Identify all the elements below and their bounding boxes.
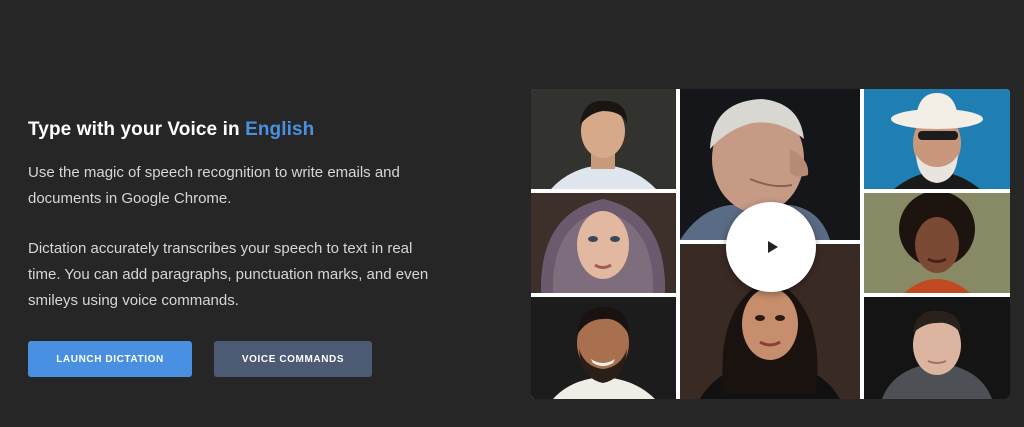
launch-dictation-button[interactable]: LAUNCH DICTATION bbox=[28, 341, 192, 377]
portrait-woman-headscarf bbox=[531, 193, 676, 293]
hero-text: Type with your Voice in English Use the … bbox=[28, 116, 478, 314]
page-title: Type with your Voice in English bbox=[28, 116, 478, 144]
portrait-young-asian-man bbox=[531, 89, 676, 189]
portrait-man-hoodie bbox=[864, 297, 1010, 399]
portrait-older-man-cowboy-hat bbox=[864, 89, 1010, 189]
portrait-bearded-smiling-man bbox=[531, 297, 676, 399]
intro-paragraph: Use the magic of speech recognition to w… bbox=[28, 164, 400, 207]
description-paragraph: Dictation accurately transcribes your sp… bbox=[28, 240, 429, 309]
title-language[interactable]: English bbox=[245, 119, 314, 140]
voice-commands-button[interactable]: VOICE COMMANDS bbox=[214, 341, 372, 377]
play-button[interactable] bbox=[726, 202, 816, 292]
portrait-woman-curly-hair bbox=[864, 193, 1010, 293]
title-prefix: Type with your Voice in bbox=[28, 119, 246, 140]
action-buttons: LAUNCH DICTATION VOICE COMMANDS bbox=[28, 341, 372, 377]
play-icon bbox=[767, 241, 778, 253]
